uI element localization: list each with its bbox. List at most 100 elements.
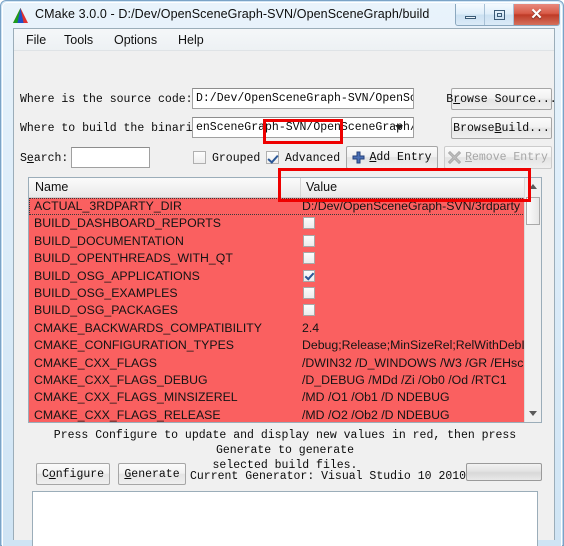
cache-variable-value[interactable]: 2.4 <box>302 320 319 337</box>
title-bar[interactable]: CMake 3.0.0 - D:/Dev/OpenSceneGraph-SVN/… <box>3 3 561 28</box>
menu-item-help[interactable]: Help <box>174 32 208 48</box>
browse-source-button[interactable]: Br owse Source... <box>446 88 557 110</box>
table-row[interactable]: CMAKE_CXX_FLAGS_DEBUG/D_DEBUG /MDd /Zi /… <box>29 372 541 389</box>
generate-button[interactable]: Generate <box>118 463 186 485</box>
cache-variable-name: CMAKE_CXX_FLAGS_RELEASE <box>34 407 221 422</box>
build-path-label: Where to build the binaries: <box>20 122 214 135</box>
minimize-icon <box>464 15 476 19</box>
browse-build-pre: Browse <box>453 121 495 135</box>
browse-build-button[interactable]: Browse Build... <box>451 117 552 139</box>
scrollbar-thumb[interactable] <box>526 197 540 225</box>
menu-item-file[interactable]: File <box>22 32 50 48</box>
x-icon <box>448 151 462 164</box>
chevron-down-icon[interactable] <box>395 125 403 130</box>
remove-entry-post: emove Entry <box>471 151 548 164</box>
close-icon: ✕ <box>530 6 543 23</box>
cache-variable-checkbox[interactable] <box>303 234 315 247</box>
search-label-post: arch: <box>33 152 69 165</box>
table-row[interactable]: CMAKE_CXX_FLAGS /DWIN32 /D_WINDOWS /W3 /… <box>29 355 541 372</box>
window-frame-inner: CMake 3.0.0 - D:/Dev/OpenSceneGraph-SVN/… <box>2 2 562 546</box>
triangle-down-icon <box>529 411 537 416</box>
browse-source-acc: r <box>453 92 461 106</box>
generate-post: enerate <box>131 467 180 481</box>
output-log[interactable] <box>32 491 538 546</box>
configure-button[interactable]: Co nfigure <box>36 463 110 485</box>
table-row[interactable]: CMAKE_CXX_FLAGS_MINSIZEREL/MD /O1 /Ob1 /… <box>29 389 541 406</box>
search-label-pre: S <box>20 152 27 165</box>
table-row[interactable]: BUILD_DOCUMENTATION <box>29 233 541 250</box>
cache-variable-value[interactable]: Debug;Release;MinSizeRel;RelWithDebI... <box>302 337 535 354</box>
table-row[interactable]: CMAKE_CONFIGURATION_TYPES Debug;Release;M… <box>29 337 541 354</box>
search-label: Search: <box>20 152 68 165</box>
close-button[interactable]: ✕ <box>514 4 559 25</box>
cache-variable-name: BUILD_OPENTHREADS_WITH_QT <box>34 251 233 266</box>
table-row[interactable]: BUILD_OPENTHREADS_WITH_QT <box>29 250 541 267</box>
grouped-checkbox[interactable] <box>193 151 206 164</box>
configure-acc: o <box>48 467 56 481</box>
generate-acc: G <box>124 467 132 481</box>
cache-variable-value[interactable]: /MD /O1 /Ob1 /D NDEBUG <box>302 389 450 406</box>
advanced-checkbox[interactable] <box>266 151 279 164</box>
add-entry-button[interactable]: Add Entry <box>346 146 438 169</box>
browse-source-pre: B <box>446 92 454 106</box>
remove-entry-button: Remove Entry <box>444 146 552 169</box>
menu-item-tools[interactable]: Tools <box>60 32 97 48</box>
source-path-input[interactable]: D:/Dev/OpenSceneGraph-SVN/OpenSceneGraph <box>192 88 414 109</box>
cache-variable-checkbox[interactable] <box>303 304 315 317</box>
table-row[interactable]: CMAKE_BACKWARDS_COMPATIBILITY 2.4 <box>29 320 541 337</box>
cache-variables-table: Name Value ACTUAL_3RDPARTY_DIR D:/Dev/Ope… <box>28 177 542 423</box>
cache-variable-name: CMAKE_CXX_FLAGS_DEBUG <box>34 373 208 387</box>
cache-variable-checkbox[interactable] <box>303 217 315 230</box>
cache-variable-name: ACTUAL_3RDPARTY_DIR <box>34 199 182 213</box>
cache-variable-name: BUILD_DASHBOARD_REPORTS <box>34 216 222 231</box>
table-row[interactable]: BUILD_OSG_EXAMPLES <box>29 285 541 302</box>
remove-entry-acc: R <box>465 151 472 164</box>
search-label-acc: e <box>26 152 34 165</box>
advanced-label: Advanced <box>285 152 341 165</box>
cmake-window: CMake 3.0.0 - D:/Dev/OpenSceneGraph-SVN/… <box>0 0 564 546</box>
cache-variable-name: BUILD_OSG_PACKAGES <box>34 303 178 318</box>
cache-variable-checkbox[interactable] <box>303 287 315 299</box>
triangle-up-icon <box>529 184 537 189</box>
column-header-name[interactable]: Name <box>35 180 68 194</box>
cache-variable-value[interactable]: /D_DEBUG /MDd /Zi /Ob0 /Od /RTC1 <box>302 372 507 389</box>
scroll-down-button[interactable] <box>525 405 541 422</box>
build-path-combo[interactable]: enSceneGraph-SVN/OpenSceneGraph/build <box>192 117 414 138</box>
window-title: CMake 3.0.0 - D:/Dev/OpenSceneGraph-SVN/… <box>35 7 430 21</box>
plus-icon <box>352 151 365 164</box>
table-row[interactable]: CMAKE_CXX_FLAGS_RELEASE/MD /O2 /Ob2 /D N… <box>29 407 541 422</box>
browse-build-post: uild... <box>501 121 550 135</box>
cache-variable-checkbox[interactable] <box>303 269 315 282</box>
cache-variable-value[interactable]: D:/Dev/OpenSceneGraph-SVN/3rdparty <box>302 198 520 215</box>
menu-item-options[interactable]: Options <box>110 32 161 48</box>
restore-button[interactable] <box>485 4 514 25</box>
cache-variable-value[interactable]: /MD /O2 /Ob2 /D NDEBUG <box>302 407 450 422</box>
cmake-logo-icon <box>13 8 28 23</box>
cache-variable-name: CMAKE_CXX_FLAGS_MINSIZEREL <box>34 390 238 405</box>
table-row[interactable]: BUILD_OSG_PACKAGES <box>29 302 541 319</box>
table-scrollbar[interactable] <box>524 178 541 422</box>
current-generator-label: Current Generator: Visual Studio 10 2010… <box>190 470 508 483</box>
source-path-label: Where is the source code: <box>20 93 193 106</box>
progress-bar <box>466 463 542 481</box>
client-area: File Tools Options Help Where is the sou… <box>13 28 557 546</box>
cache-variable-name: BUILD_OSG_EXAMPLES <box>34 286 178 300</box>
add-entry-post: dd Entry <box>376 151 432 164</box>
browse-build-acc: B <box>494 121 502 135</box>
cache-variable-name: CMAKE_BACKWARDS_COMPATIBILITY <box>34 320 262 335</box>
search-input[interactable] <box>71 147 150 168</box>
scroll-up-button[interactable] <box>525 178 541 195</box>
column-divider[interactable] <box>300 178 301 197</box>
menu-bar: File Tools Options Help <box>14 29 554 51</box>
cache-variable-value[interactable]: /DWIN32 /D_WINDOWS /W3 /GR /EHsc <box>302 355 523 372</box>
table-row[interactable]: ACTUAL_3RDPARTY_DIR D:/Dev/OpenSceneGraph… <box>29 198 541 216</box>
table-row[interactable]: BUILD_DASHBOARD_REPORTS <box>29 215 541 232</box>
column-header-value[interactable]: Value <box>306 180 337 194</box>
table-row[interactable]: BUILD_OSG_APPLICATIONS <box>29 268 541 285</box>
configure-post: nfigure <box>55 467 105 481</box>
status-hint-line1: Press Configure to update and display ne… <box>53 429 517 457</box>
cache-variable-name: BUILD_DOCUMENTATION <box>34 233 184 248</box>
grouped-label: Grouped <box>212 152 261 165</box>
cache-variable-checkbox[interactable] <box>303 252 315 265</box>
minimize-button[interactable] <box>456 4 485 25</box>
